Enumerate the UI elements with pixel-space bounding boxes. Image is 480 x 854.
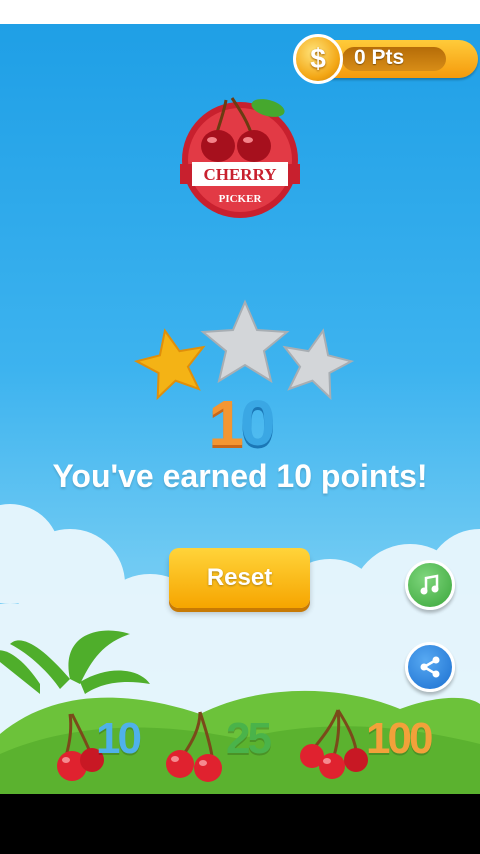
points-value: 0 Pts (354, 46, 405, 69)
legend-value-medium: 25 (226, 714, 272, 763)
game-screen: 0 Pts $ CHERRY PICKER 10 You've earned 1… (0, 24, 480, 794)
logo-title: CHERRY (203, 165, 276, 184)
logo-subtitle: PICKER (219, 193, 263, 205)
score-digit-tens: 1 (208, 387, 244, 459)
dollar-coin-icon: $ (293, 34, 343, 84)
cherry-bunch-icon (300, 709, 368, 779)
navigation-bar (0, 794, 480, 854)
music-toggle-button[interactable] (405, 560, 455, 610)
star-icon-empty (200, 299, 290, 384)
status-bar (0, 0, 480, 24)
legend-value-small: 10 (96, 714, 142, 763)
score-digit-ones: 0 (240, 387, 276, 459)
music-note-icon (420, 574, 439, 595)
cherry-picker-logo: CHERRY PICKER (180, 97, 300, 218)
cherry-pair-icon (166, 711, 222, 782)
reset-button[interactable]: Reset (169, 548, 310, 608)
earned-message: You've earned 10 points! (52, 458, 428, 494)
legend-value-large: 100 (366, 714, 433, 763)
score-number: 10 (0, 386, 480, 460)
